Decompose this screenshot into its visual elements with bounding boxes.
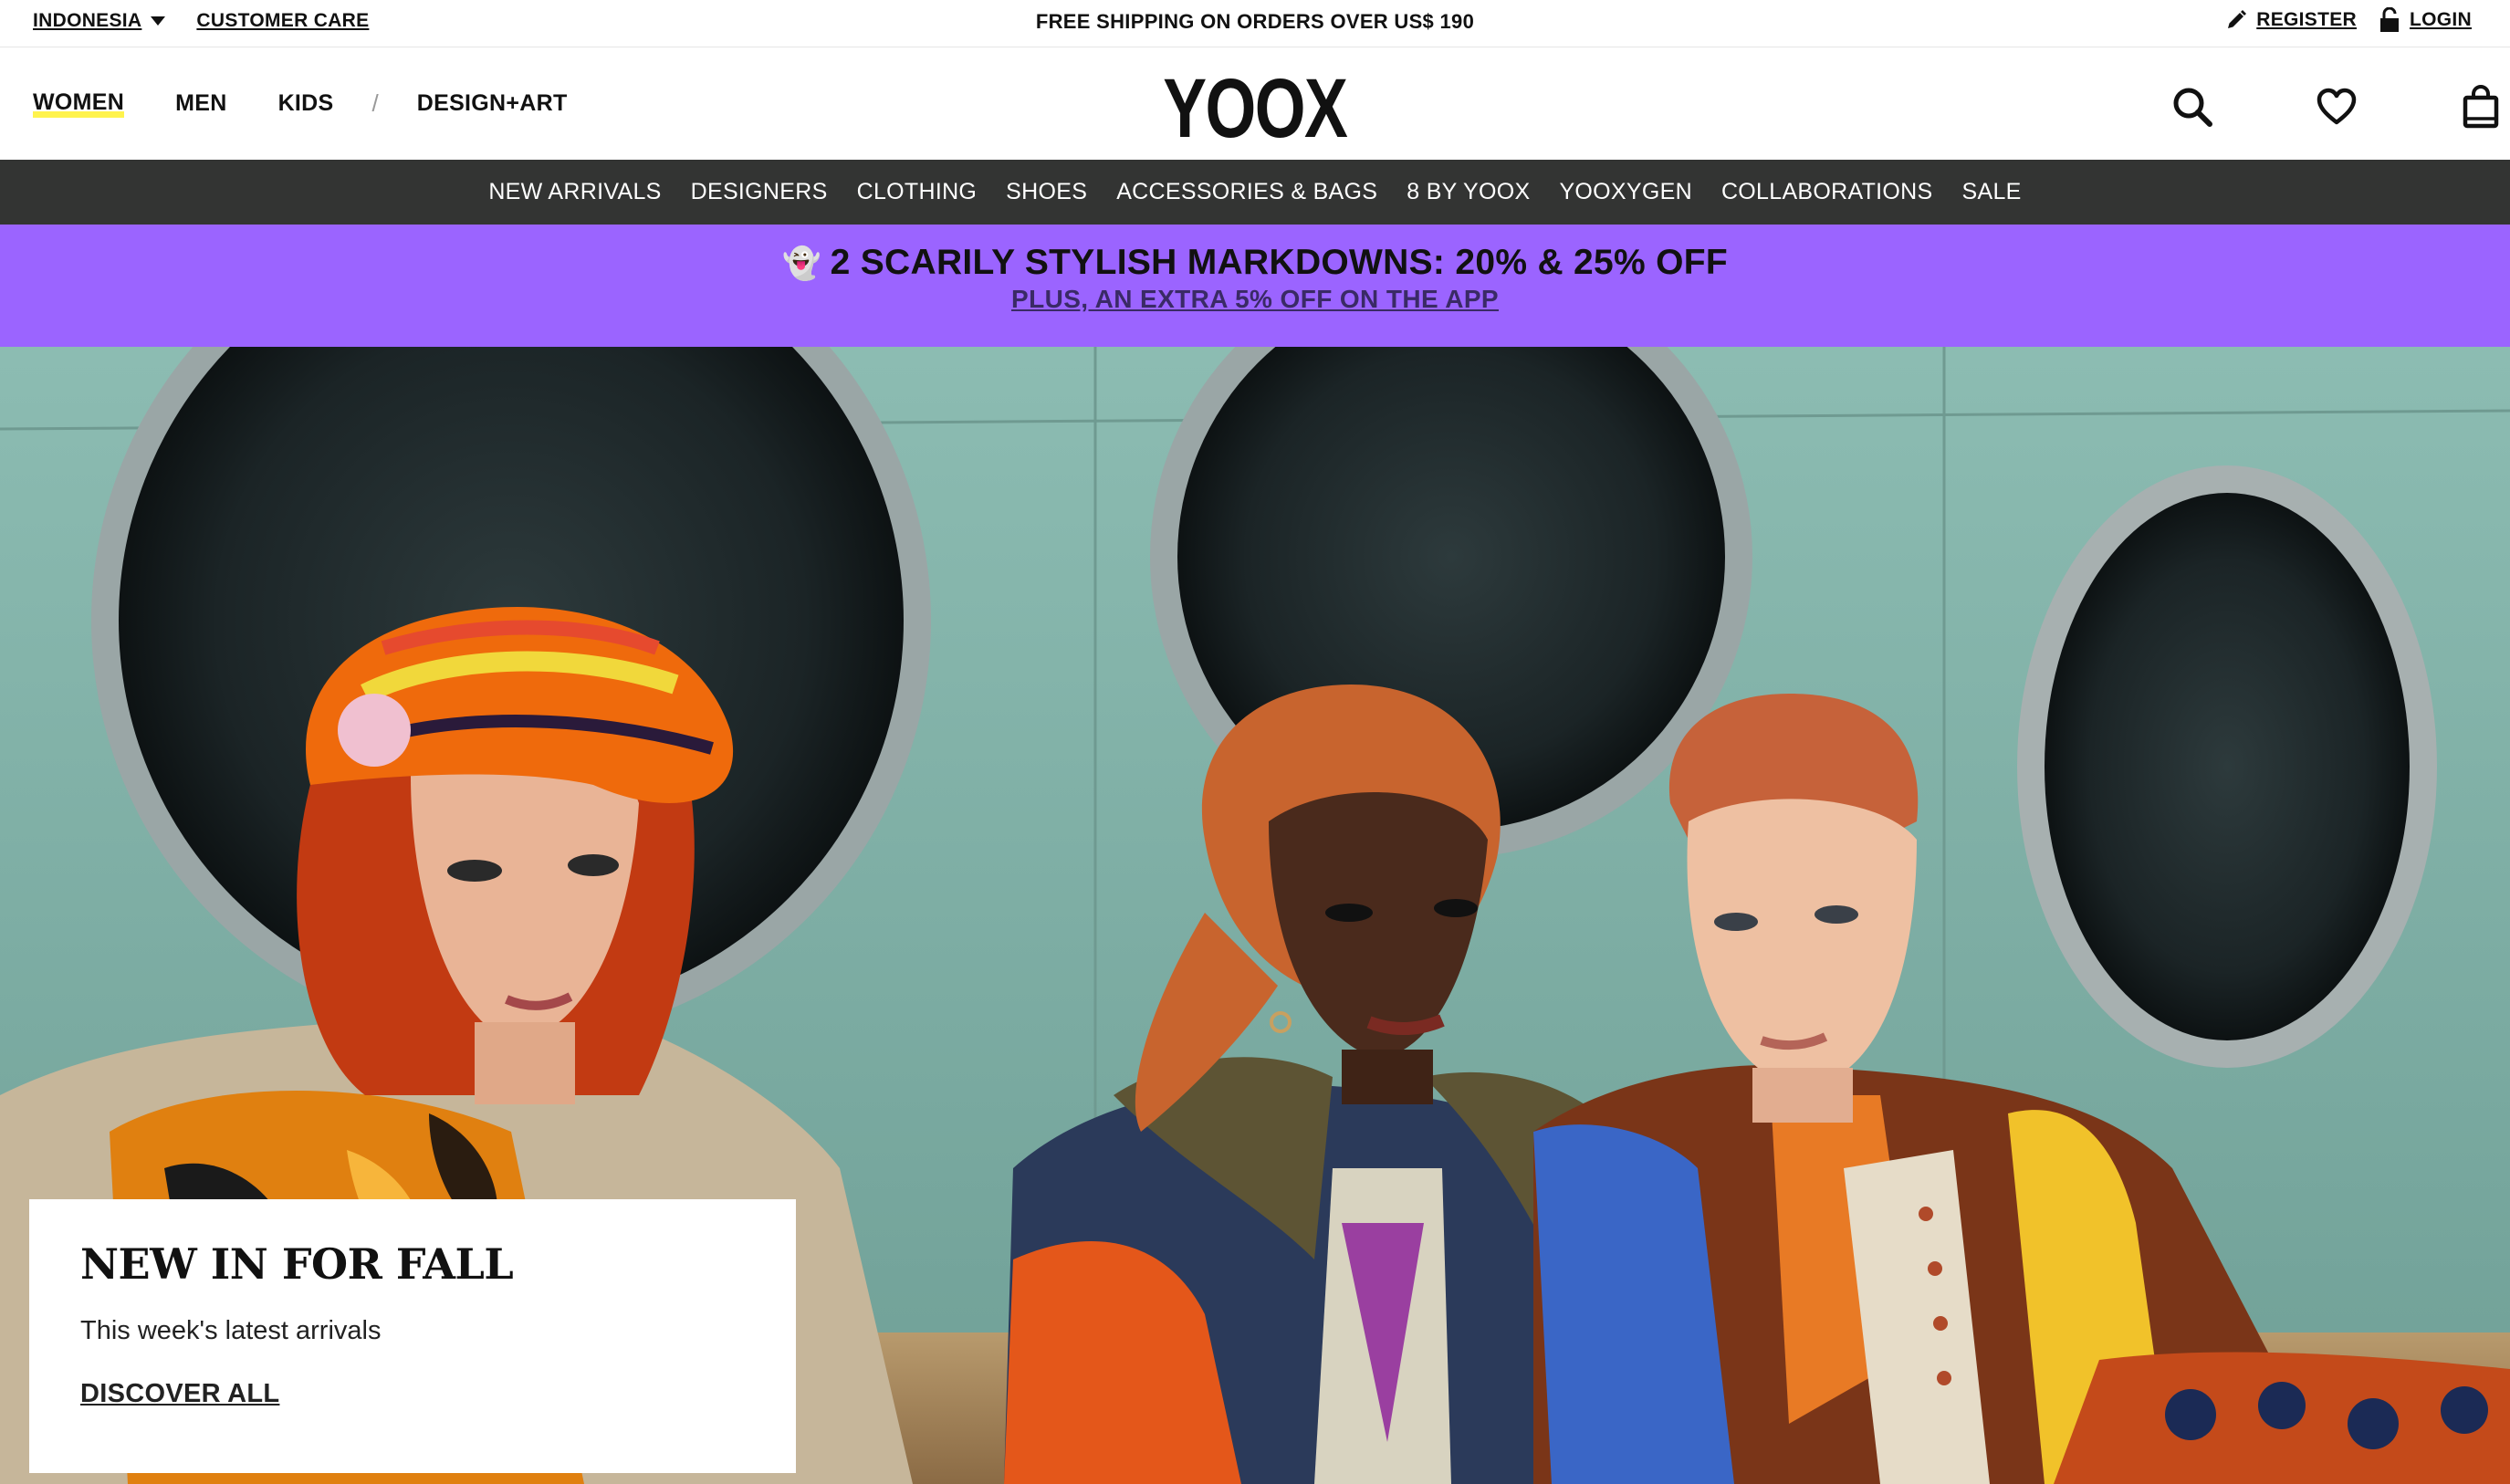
yoox-logo[interactable]: YOOX	[276, 61, 2233, 157]
nav-yooxygen[interactable]: YOOXYGEN	[1559, 179, 1692, 205]
customer-care-link[interactable]: CUSTOMER CARE	[196, 10, 369, 32]
utility-left: INDONESIA CUSTOMER CARE	[33, 10, 369, 32]
category-nav: NEW ARRIVALS DESIGNERS CLOTHING SHOES AC…	[0, 160, 2510, 225]
discover-all-link[interactable]: DISCOVER ALL	[80, 1379, 279, 1409]
main-header: WOMEN MEN KIDS / DESIGN+ART YOOX	[0, 48, 2510, 160]
shipping-banner: FREE SHIPPING ON ORDERS OVER US$ 190	[0, 10, 2510, 34]
account-links: REGISTER LOGIN	[2225, 7, 2472, 33]
login-link[interactable]: LOGIN	[2379, 7, 2472, 33]
hero-subtitle: This week's latest arrivals	[80, 1316, 382, 1345]
tab-women[interactable]: WOMEN	[33, 89, 125, 118]
nav-shoes[interactable]: SHOES	[1006, 179, 1087, 205]
search-icon[interactable]	[2165, 79, 2220, 134]
chevron-down-icon	[151, 16, 166, 26]
nav-collaborations[interactable]: COLLABORATIONS	[1721, 179, 1933, 205]
login-label: LOGIN	[2410, 9, 2472, 30]
utility-bar: INDONESIA CUSTOMER CARE FREE SHIPPING ON…	[0, 0, 2510, 47]
tab-men[interactable]: MEN	[175, 90, 226, 117]
promo-headline-row: 👻 2 SCARILY STYLISH MARKDOWNS: 20% & 25% …	[0, 243, 2510, 283]
register-label: REGISTER	[2256, 9, 2357, 30]
ghost-icon: 👻	[781, 246, 821, 281]
hero-card: NEW IN FOR FALL This week's latest arriv…	[29, 1199, 796, 1473]
nav-designers[interactable]: DESIGNERS	[691, 179, 828, 205]
promo-subline-link[interactable]: PLUS, AN EXTRA 5% OFF ON THE APP	[0, 285, 2510, 314]
country-label: INDONESIA	[33, 10, 142, 31]
nav-new-arrivals[interactable]: NEW ARRIVALS	[488, 179, 661, 205]
nav-clothing[interactable]: CLOTHING	[857, 179, 978, 205]
country-selector[interactable]: INDONESIA	[33, 10, 166, 32]
register-link[interactable]: REGISTER	[2225, 9, 2357, 31]
nav-sale[interactable]: SALE	[1962, 179, 2022, 205]
nav-accessories-bags[interactable]: ACCESSORIES & BAGS	[1116, 179, 1377, 205]
nav-8-by-yoox[interactable]: 8 BY YOOX	[1407, 179, 1530, 205]
hero-title: NEW IN FOR FALL	[80, 1239, 514, 1289]
promo-banner[interactable]: 👻 2 SCARILY STYLISH MARKDOWNS: 20% & 25% …	[0, 225, 2510, 347]
heart-icon[interactable]	[2309, 79, 2364, 134]
lock-icon	[2380, 7, 2399, 32]
pencil-icon	[2228, 10, 2247, 28]
hero-banner[interactable]: NEW IN FOR FALL This week's latest arriv…	[0, 347, 2510, 1484]
shipping-message: FREE SHIPPING ON ORDERS OVER US$ 190	[1035, 10, 1475, 33]
shopping-bag-icon[interactable]	[2453, 79, 2508, 134]
promo-headline: 2 SCARILY STYLISH MARKDOWNS: 20% & 25% O…	[830, 243, 1729, 282]
